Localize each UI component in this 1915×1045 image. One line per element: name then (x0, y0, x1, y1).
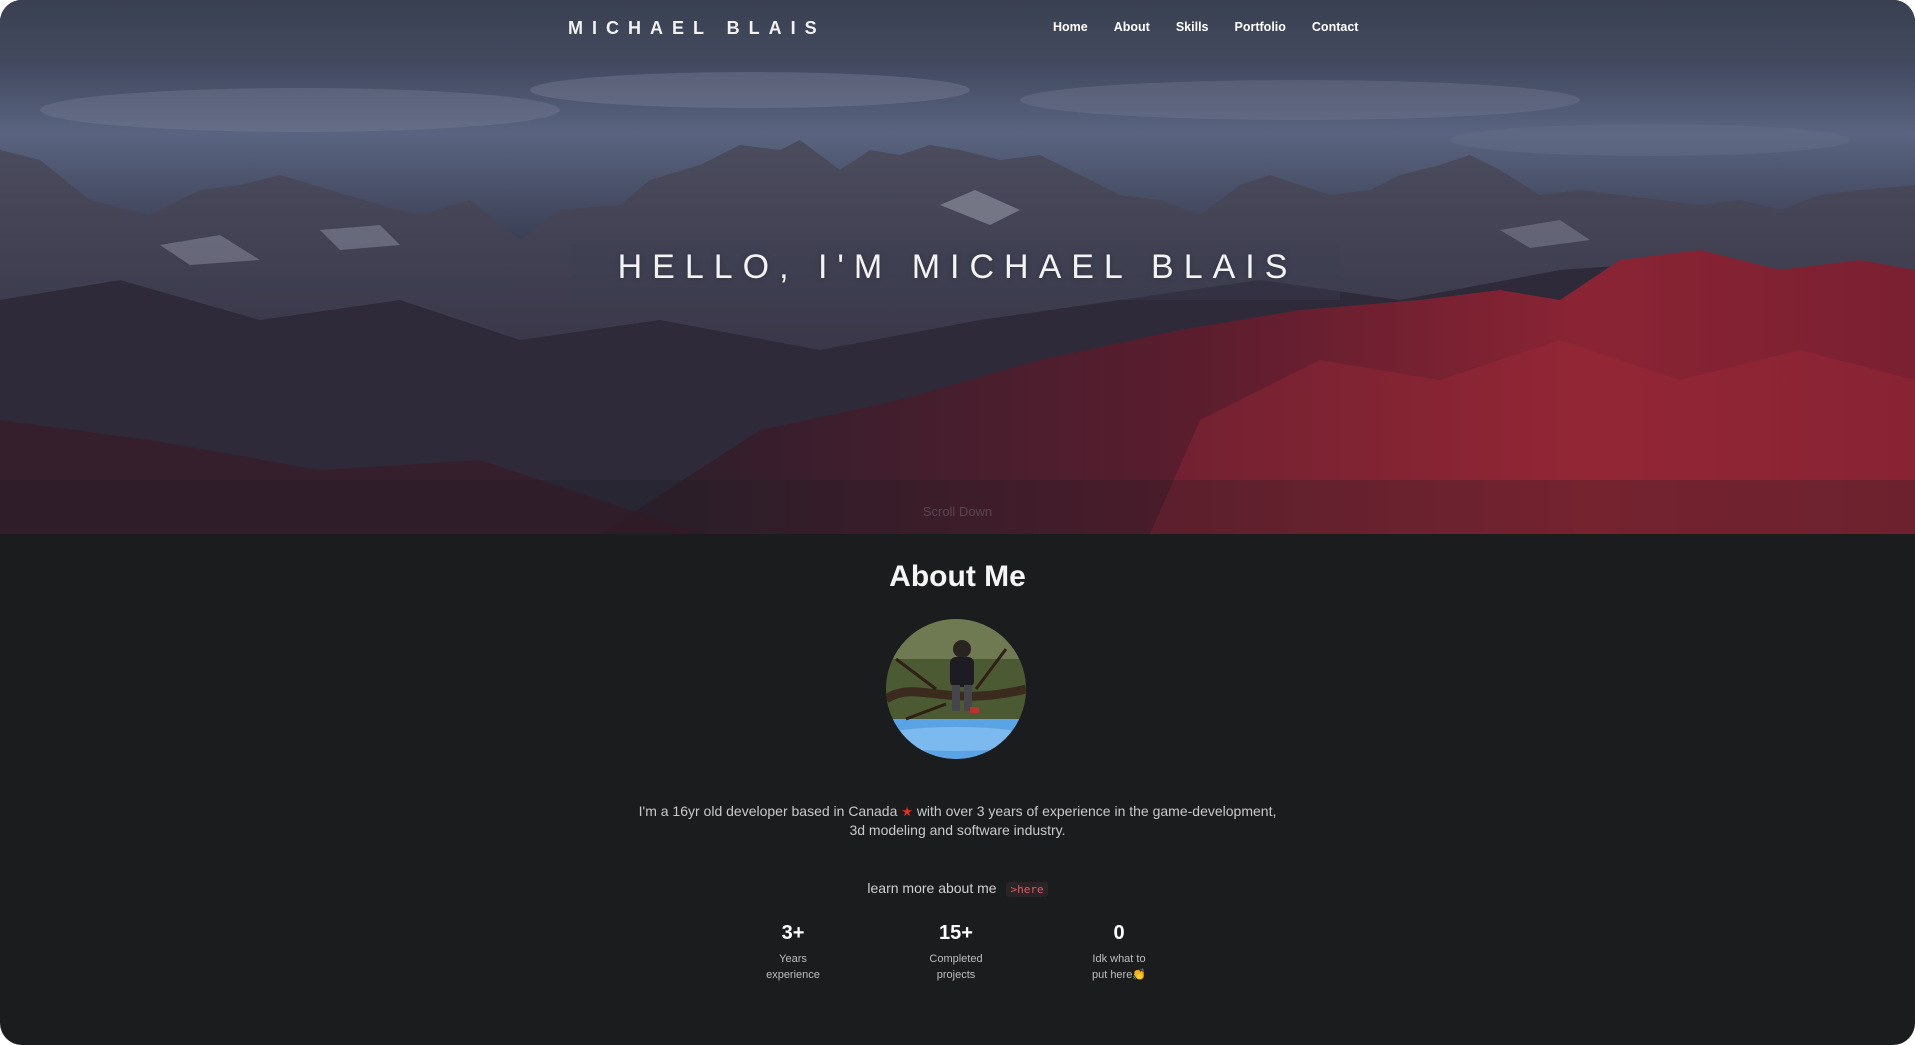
stat-value: 15+ (939, 922, 973, 944)
learn-more-row: learn more about me >here (0, 880, 1915, 897)
page-frame: MICHAEL BLAIS Home About Skills Portfoli… (0, 0, 1915, 1045)
stat-projects: 15+ Completed projects (896, 922, 1016, 983)
nav-link-home[interactable]: Home (1053, 20, 1088, 34)
nav-link-portfolio[interactable]: Portfolio (1235, 20, 1286, 34)
top-navbar: MICHAEL BLAIS Home About Skills Portfoli… (0, 0, 1915, 58)
learn-more-text: learn more about me (867, 880, 997, 896)
stat-misc: 0 Idk what to put here👏 (1059, 922, 1179, 983)
nav-link-contact[interactable]: Contact (1312, 20, 1359, 34)
avatar (886, 619, 1026, 759)
stat-label-line1: Idk what to (1092, 953, 1146, 965)
stat-label: Completed projects (896, 951, 1016, 983)
brand-logo[interactable]: MICHAEL BLAIS (568, 18, 826, 39)
stat-value: 3+ (781, 922, 805, 944)
stat-label-line2: experience (766, 969, 820, 981)
avatar-photo (886, 619, 1026, 759)
learn-more-link[interactable]: >here (1006, 882, 1048, 897)
scroll-down-hint[interactable]: Scroll Down (0, 504, 1915, 519)
stat-label-line1: Completed (929, 953, 983, 965)
stat-label-line2: projects (936, 969, 976, 981)
stat-label: Idk what to put here👏 (1059, 951, 1179, 983)
about-title: About Me (889, 560, 1026, 593)
stat-label: Years experience (733, 951, 853, 983)
bio-text-line2: 3d modeling and software industry. (849, 822, 1066, 838)
bio-text-part1: I'm a 16yr old developer based in Canada (638, 803, 898, 819)
bio-text-part2: with over 3 years of experience in the g… (916, 803, 1277, 819)
hero-section: MICHAEL BLAIS Home About Skills Portfoli… (0, 0, 1915, 534)
stat-label-line2: put here👏 (1091, 969, 1147, 981)
nav-link-about[interactable]: About (1114, 20, 1150, 34)
maple-leaf-icon: ★ (901, 804, 913, 819)
hero-title: HELLO, I'M MICHAEL BLAIS (617, 248, 1298, 286)
nav-link-skills[interactable]: Skills (1176, 20, 1209, 34)
stat-value: 0 (1113, 922, 1125, 944)
stat-label-line1: Years (779, 953, 807, 965)
nav-links: Home About Skills Portfolio Contact (1053, 20, 1384, 34)
stat-years: 3+ Years experience (733, 922, 853, 983)
about-bio: I'm a 16yr old developer based in Canada… (0, 802, 1915, 840)
